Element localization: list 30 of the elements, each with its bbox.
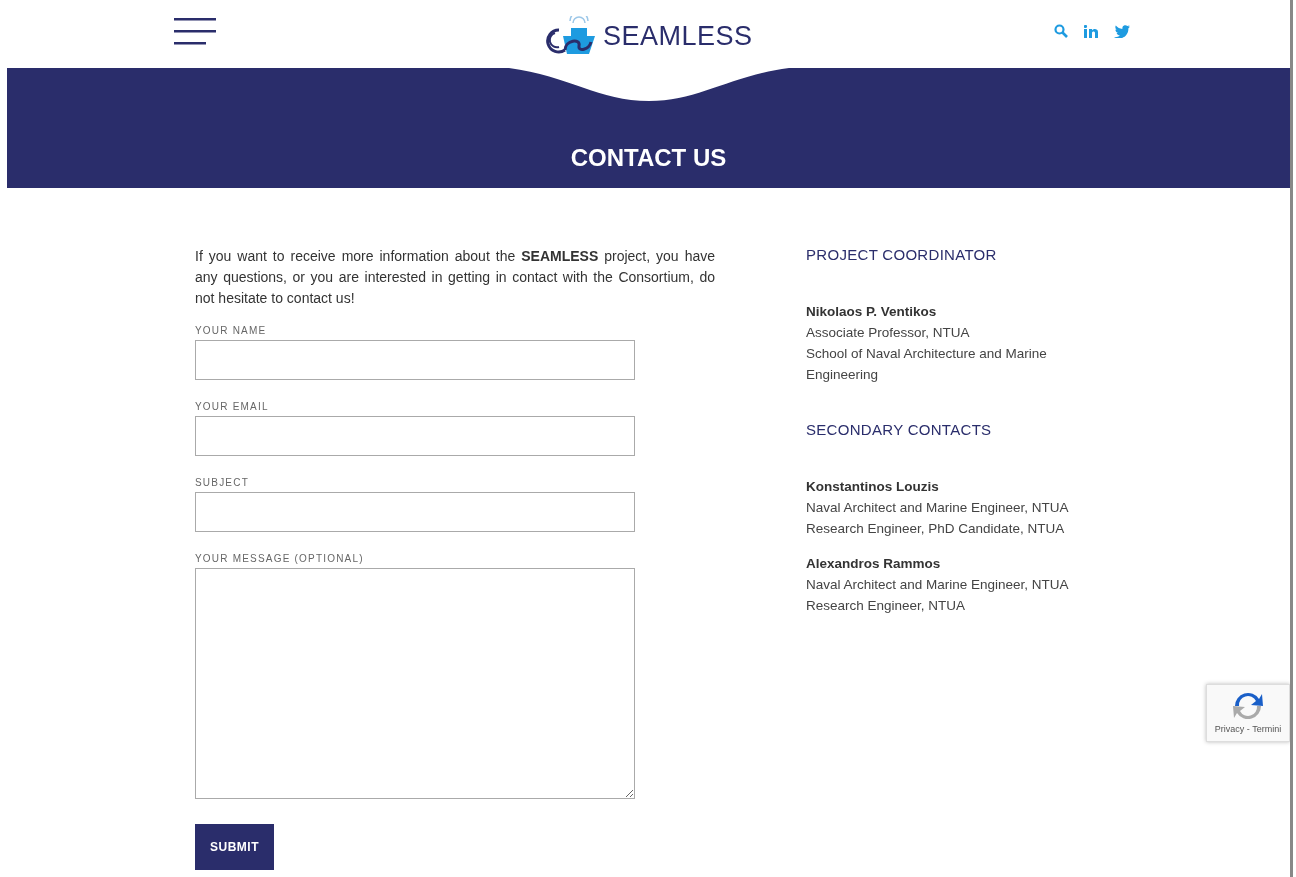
menu-icon[interactable] xyxy=(174,18,216,46)
section-heading: PROJECT COORDINATOR xyxy=(806,246,998,263)
contact-detail: Research Engineer, NTUA xyxy=(806,597,967,615)
field-label: YOUR NAME xyxy=(195,325,268,336)
page-title: CONTACT US xyxy=(570,144,727,172)
contact-name: Konstantinos Louzis xyxy=(806,478,940,496)
search-icon[interactable] xyxy=(1054,24,1068,38)
contact-detail: Associate Professor, NTUA xyxy=(806,324,971,342)
logo-text: SEAMLESS xyxy=(603,20,753,52)
submit-button[interactable]: SUBMIT xyxy=(195,824,274,870)
linkedin-icon[interactable] xyxy=(1084,24,1098,38)
section-heading: SECONDARY CONTACTS xyxy=(806,421,993,438)
field-label: YOUR MESSAGE (OPTIONAL) xyxy=(195,553,365,564)
field-label: SUBJECT xyxy=(195,477,250,488)
twitter-icon[interactable] xyxy=(1114,24,1130,38)
contact-detail: School of Naval Architecture and Marine Engineering xyxy=(806,345,1048,384)
input-field[interactable] xyxy=(195,416,635,456)
message-field[interactable] xyxy=(195,568,635,799)
contact-detail: Naval Architect and Marine Engineer, NTUA xyxy=(806,499,1070,517)
field-label: YOUR EMAIL xyxy=(195,401,270,412)
recaptcha-icon xyxy=(1231,690,1265,722)
contact-detail: Research Engineer, PhD Candidate, NTUA xyxy=(806,520,1066,538)
input-field[interactable] xyxy=(195,492,635,532)
contact-detail: Naval Architect and Marine Engineer, NTUA xyxy=(806,576,1070,594)
contact-name: Nikolaos P. Ventikos xyxy=(806,303,938,321)
recaptcha-badge[interactable]: Privacy - Termini xyxy=(1206,684,1290,742)
recaptcha-text[interactable]: Privacy - Termini xyxy=(1214,724,1282,734)
intro-paragraph: If you want to receive more information about the SEAMLESS project, you have any questions, or you are interested in getting in contact with the Consortium, do not hesitate to contact us! xyxy=(195,247,715,308)
contact-name: Alexandros Rammos xyxy=(806,555,942,573)
input-field[interactable] xyxy=(195,340,635,380)
